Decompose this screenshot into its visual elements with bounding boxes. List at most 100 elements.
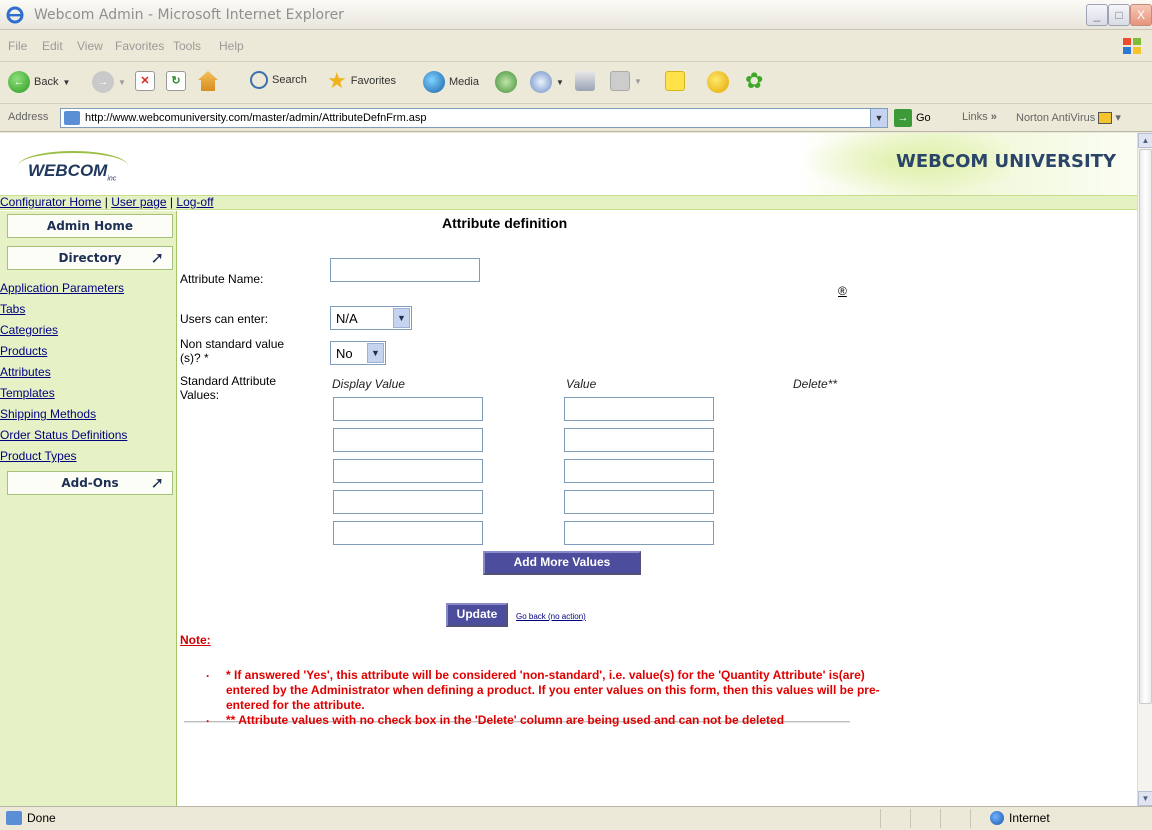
sidebar-item-attributes[interactable]: Attributes — [0, 365, 51, 379]
collapse-arrow-icon[interactable]: ➚ — [151, 249, 164, 267]
refresh-icon: ↻ — [166, 71, 186, 91]
back-dropdown-icon: ▼ — [62, 77, 71, 87]
value-input[interactable] — [564, 459, 714, 483]
non-standard-select[interactable]: No ▼ — [330, 341, 386, 365]
home-icon — [198, 71, 218, 91]
users-can-enter-label: Users can enter: — [180, 312, 269, 326]
close-button[interactable]: X — [1130, 4, 1152, 26]
icq-button[interactable]: ✿ — [745, 70, 763, 92]
smiley-icon — [707, 71, 729, 93]
search-icon — [250, 71, 268, 89]
print-button[interactable] — [575, 71, 595, 91]
media-label: Media — [449, 76, 479, 88]
registered-mark: ® — [838, 284, 847, 298]
non-standard-value: No — [336, 346, 353, 361]
directory-header[interactable]: Directory ➚ — [7, 246, 173, 270]
sidebar-item-tabs[interactable]: Tabs — [0, 302, 25, 316]
address-input[interactable]: http://www.webcomuniversity.com/master/a… — [60, 108, 888, 128]
status-separator — [910, 809, 911, 828]
site-banner: WEBCOMinc WEBCOM UNIVERSITY — [0, 133, 1137, 195]
menu-view[interactable]: View — [77, 39, 103, 53]
address-bar: Address http://www.webcomuniversity.com/… — [0, 104, 1152, 132]
collapse-arrow-icon[interactable]: ➚ — [151, 474, 164, 492]
security-zone: Internet — [990, 811, 1050, 825]
links-button[interactable]: Links » — [962, 111, 997, 123]
sidebar-item-order-status-definitions[interactable]: Order Status Definitions — [0, 428, 127, 442]
messenger-button[interactable] — [707, 71, 729, 93]
university-title: WEBCOM UNIVERSITY — [896, 151, 1116, 172]
edit-button[interactable]: ▼ — [610, 71, 642, 91]
go-button[interactable]: → Go — [894, 109, 931, 127]
minimize-button[interactable]: _ — [1086, 4, 1108, 26]
menu-file[interactable]: File — [8, 39, 27, 53]
norton-antivirus-button[interactable]: Norton AntiVirus ▾ — [1016, 111, 1121, 125]
add-more-values-button[interactable]: Add More Values — [483, 551, 641, 575]
separator: | — [169, 195, 174, 209]
history-button[interactable] — [495, 71, 517, 93]
forward-button[interactable]: → ▼ — [92, 71, 126, 93]
value-input[interactable] — [564, 521, 714, 545]
forward-dropdown-icon: ▼ — [118, 77, 126, 87]
sidebar-item-categories[interactable]: Categories — [0, 323, 58, 337]
sidebar-item-product-types[interactable]: Product Types — [0, 449, 77, 463]
display-value-input[interactable] — [333, 459, 483, 483]
sidebar-item-shipping-methods[interactable]: Shipping Methods — [0, 407, 96, 421]
back-button[interactable]: ← Back ▼ — [8, 71, 70, 93]
go-back-link[interactable]: Go back (no action) — [516, 612, 586, 621]
non-standard-label: Non standard value (s)? * — [180, 337, 284, 365]
notes-list: * If answered 'Yes', this attribute will… — [206, 666, 886, 728]
sidebar-item-products[interactable]: Products — [0, 344, 47, 358]
menu-bar: File Edit View Favorites Tools Help — [0, 30, 1152, 62]
value-input[interactable] — [564, 397, 714, 421]
refresh-button[interactable]: ↻ — [166, 71, 186, 91]
search-button[interactable]: Search — [250, 71, 307, 89]
address-dropdown-icon[interactable]: ▼ — [870, 109, 887, 127]
users-can-enter-select[interactable]: N/A ▼ — [330, 306, 412, 330]
notes-button[interactable] — [665, 71, 685, 91]
value-input[interactable] — [564, 428, 714, 452]
delete-column-header: Delete** — [793, 377, 838, 391]
display-value-input[interactable] — [333, 490, 483, 514]
attribute-name-label: Attribute Name: — [180, 272, 264, 286]
configurator-home-link[interactable]: Configurator Home — [0, 195, 101, 209]
attribute-name-input[interactable] — [330, 258, 480, 282]
scrollbar-thumb[interactable] — [1139, 149, 1152, 704]
addons-label: Add-Ons — [61, 476, 119, 490]
update-button[interactable]: Update — [446, 603, 508, 627]
stop-button[interactable]: ✕ — [135, 71, 155, 91]
vertical-scrollbar[interactable]: ▲ ▼ — [1137, 133, 1152, 806]
sidebar-item-application-parameters[interactable]: Application Parameters — [0, 281, 124, 295]
go-label: Go — [916, 112, 931, 124]
favorites-button[interactable]: ★ Favorites — [327, 70, 396, 92]
home-button[interactable] — [198, 71, 218, 91]
scroll-up-icon[interactable]: ▲ — [1138, 133, 1152, 148]
top-links-bar: Configurator Home | User page | Log-off — [0, 195, 1137, 210]
browser-viewport: WEBCOMinc WEBCOM UNIVERSITY Configurator… — [0, 133, 1137, 806]
webcom-logo: WEBCOMinc — [28, 161, 116, 182]
mail-icon — [530, 71, 552, 93]
status-separator — [970, 809, 971, 828]
log-off-link[interactable]: Log-off — [176, 195, 213, 209]
menu-help[interactable]: Help — [219, 39, 244, 53]
display-value-input[interactable] — [333, 521, 483, 545]
separator: | — [104, 195, 108, 209]
display-value-input[interactable] — [333, 397, 483, 421]
logo-suffix: inc — [107, 175, 117, 183]
title-bar: Webcom Admin - Microsoft Internet Explor… — [0, 0, 1152, 30]
scroll-down-icon[interactable]: ▼ — [1138, 791, 1152, 806]
mail-button[interactable]: ▼ — [530, 71, 564, 93]
maximize-button[interactable]: □ — [1108, 4, 1130, 26]
sidebar-item-templates[interactable]: Templates — [0, 386, 55, 400]
page-title: Attribute definition — [442, 215, 568, 231]
windows-flag-icon — [1123, 38, 1141, 54]
menu-tools[interactable]: Tools — [173, 39, 201, 53]
menu-edit[interactable]: Edit — [42, 39, 63, 53]
menu-favorites[interactable]: Favorites — [115, 39, 164, 53]
admin-home-button[interactable]: Admin Home — [7, 214, 173, 238]
display-value-input[interactable] — [333, 428, 483, 452]
media-button[interactable]: Media — [423, 71, 479, 93]
value-input[interactable] — [564, 490, 714, 514]
addons-header[interactable]: Add-Ons ➚ — [7, 471, 173, 495]
directory-label: Directory — [58, 251, 122, 265]
user-page-link[interactable]: User page — [111, 195, 166, 209]
